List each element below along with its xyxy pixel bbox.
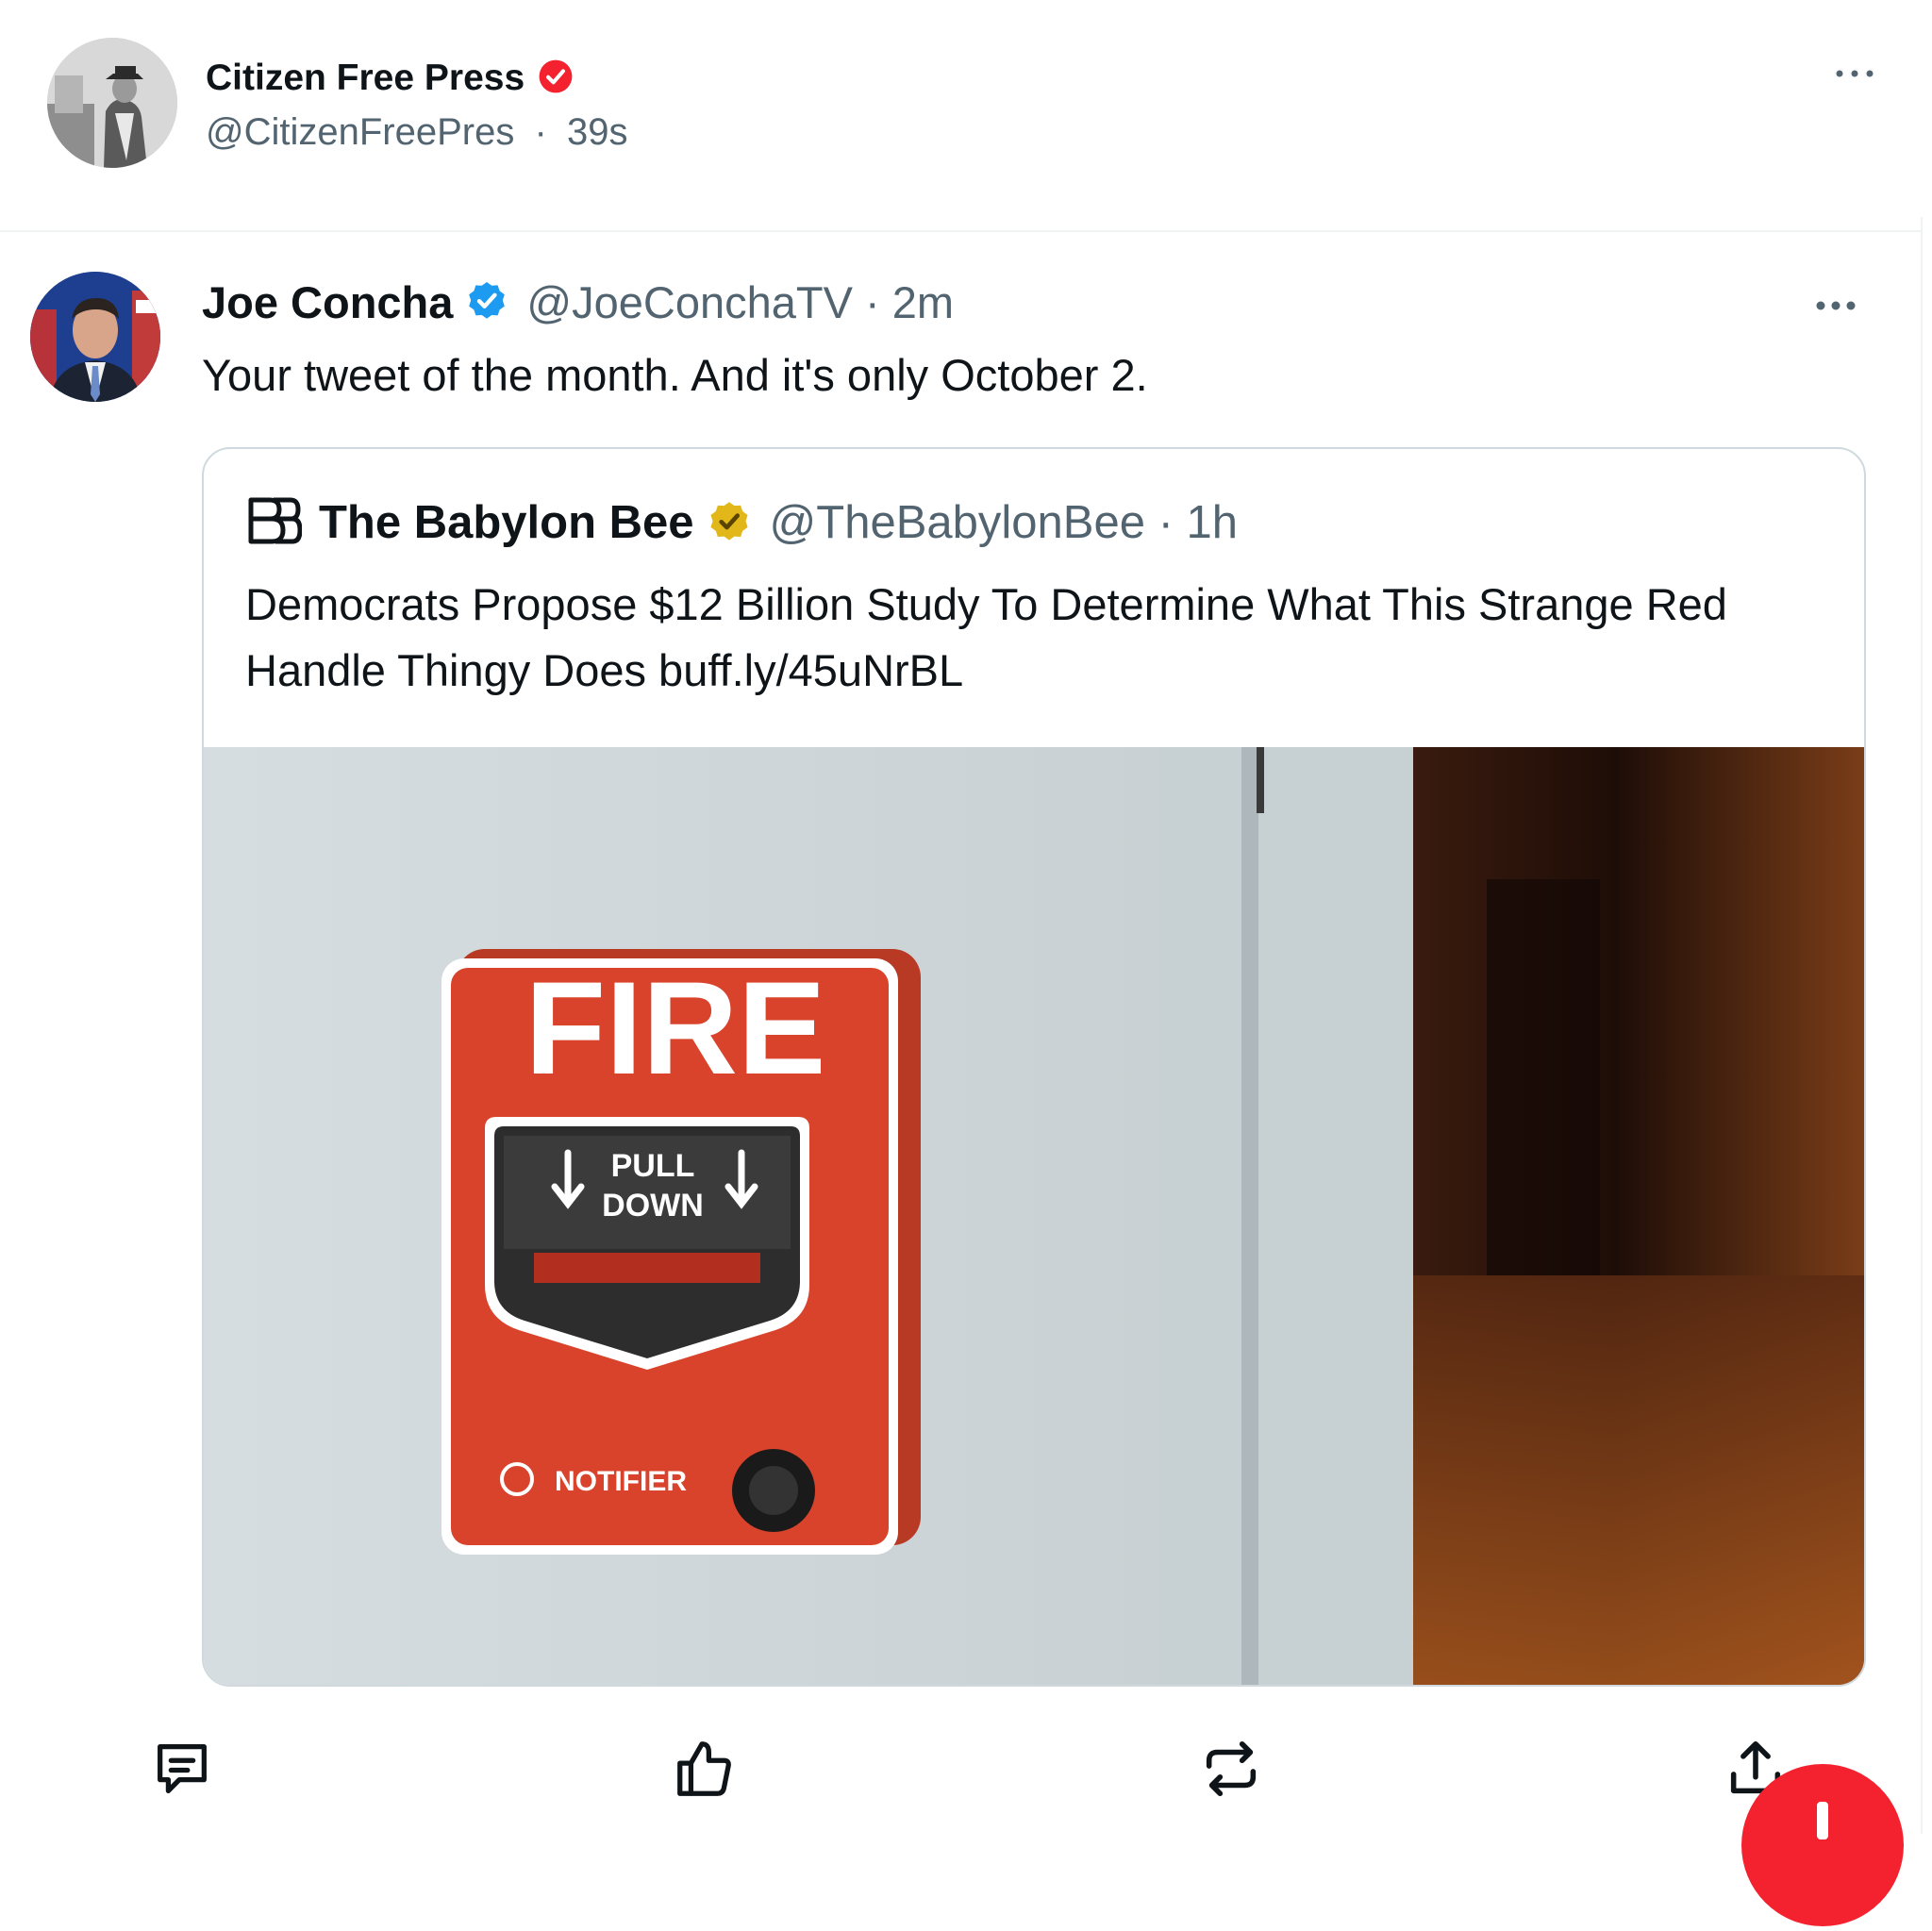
quoted-tweet-card[interactable]: The Babylon Bee @TheBabylonBee · 1h Demo… [202,447,1866,1687]
quoted-author-name[interactable]: The Babylon Bee [319,496,694,549]
alarm-pull-label: PULL [611,1148,695,1184]
plus-icon [1817,1802,1828,1839]
verified-badge-icon [464,277,509,327]
outer-time[interactable]: 39s [567,111,628,153]
tweet-text: Your tweet of the month. And it's only O… [202,350,1148,400]
inner-author-name[interactable]: Joe Concha [202,276,453,328]
alarm-fire-label: FIRE [525,954,826,1102]
verified-badge-icon [538,58,574,99]
separator-dot: · [534,111,547,153]
repost-icon[interactable] [1198,1736,1264,1802]
outer-author-name[interactable]: Citizen Free Press [206,58,525,99]
more-dots-icon[interactable] [1807,287,1864,325]
inner-handle-time[interactable]: @JoeConchaTV · 2m [526,276,954,328]
quoted-handle-time[interactable]: @TheBabylonBee · 1h [770,496,1238,549]
quoted-author-row: The Babylon Bee @TheBabylonBee · 1h [245,494,1238,551]
inner-author-row: Joe Concha @JoeConchaTV · 2m [202,275,954,328]
babylon-bee-logo-icon [245,494,303,552]
thumbs-up-icon[interactable] [672,1736,738,1802]
inner-avatar[interactable] [30,272,160,402]
verified-gold-badge-icon [706,497,753,549]
more-dots-icon[interactable] [1826,55,1883,92]
comment-icon[interactable] [149,1736,215,1802]
outer-avatar[interactable] [47,38,177,168]
compose-fab-button[interactable] [1741,1764,1904,1926]
quoted-tweet-image[interactable]: FIRE PULL DOWN NOTIFIER [204,747,1864,1685]
alarm-down-label: DOWN [602,1188,704,1224]
outer-handle-row: @CitizenFreePres · 39s [206,111,627,154]
alarm-brand-label: NOTIFIER [555,1466,687,1497]
divider [0,230,1923,232]
outer-author-row: Citizen Free Press [206,55,574,102]
quoted-tweet-text: Democrats Propose $12 Billion Study To D… [245,579,1727,695]
outer-handle[interactable]: @CitizenFreePres [206,111,514,153]
column-border [1921,217,1923,1834]
